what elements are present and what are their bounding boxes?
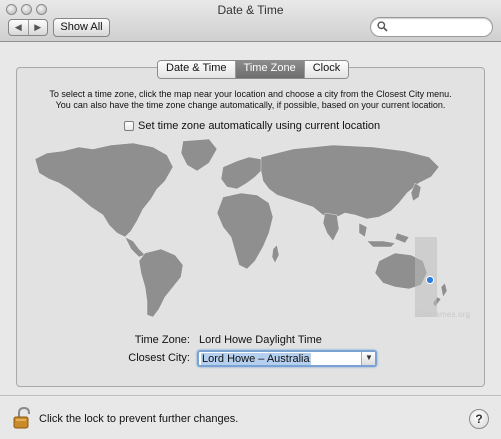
closest-city-dropdown-button[interactable]: ▼ bbox=[361, 352, 375, 365]
time-zone-row: Time Zone: Lord Howe Daylight Time bbox=[0, 334, 501, 348]
search-field[interactable] bbox=[370, 17, 493, 37]
unlocked-padlock-icon[interactable] bbox=[13, 407, 33, 429]
instructions-line-1: To select a time zone, click the map nea… bbox=[49, 89, 452, 99]
back-button[interactable]: ◀ bbox=[9, 20, 29, 35]
window-title: Date & Time bbox=[217, 3, 284, 17]
world-map[interactable] bbox=[33, 137, 469, 324]
tab-clock[interactable]: Clock bbox=[304, 61, 349, 78]
auto-timezone-row[interactable]: Set time zone automatically using curren… bbox=[124, 119, 380, 133]
selected-zone-highlight bbox=[415, 237, 437, 317]
back-forward-control: ◀ ▶ bbox=[8, 19, 48, 36]
footer-divider bbox=[0, 395, 501, 396]
search-input[interactable] bbox=[391, 20, 487, 34]
tab-bar: Date & Time Time Zone Clock bbox=[157, 60, 350, 79]
chevron-down-icon: ▼ bbox=[365, 353, 373, 362]
closest-city-label: Closest City: bbox=[128, 352, 190, 364]
auto-timezone-checkbox[interactable] bbox=[124, 121, 134, 131]
lock-label: Click the lock to prevent further change… bbox=[39, 413, 239, 425]
world-map-graphic bbox=[34, 138, 448, 318]
auto-timezone-label[interactable]: Set time zone automatically using curren… bbox=[138, 120, 380, 132]
toolbar: Date & Time ◀ ▶ Show All bbox=[0, 0, 501, 42]
tab-time-zone[interactable]: Time Zone bbox=[235, 61, 305, 78]
location-pin-icon[interactable] bbox=[425, 275, 435, 285]
tab-date-time[interactable]: Date & Time bbox=[158, 61, 236, 78]
instructions-line-2: You can also have the time zone change a… bbox=[55, 100, 446, 110]
time-zone-label: Time Zone: bbox=[134, 334, 190, 346]
time-zone-value: Lord Howe Daylight Time bbox=[199, 334, 322, 346]
help-button[interactable]: ? bbox=[469, 409, 489, 429]
forward-button[interactable]: ▶ bbox=[29, 20, 48, 35]
show-all-button[interactable]: Show All bbox=[53, 18, 110, 37]
instructions-text: To select a time zone, click the map nea… bbox=[20, 89, 481, 111]
closest-city-value[interactable]: Lord Howe – Australia bbox=[201, 353, 311, 365]
closest-city-combobox[interactable]: Lord Howe – Australia ▼ bbox=[197, 350, 377, 367]
map-credit: Geonames.org bbox=[415, 310, 471, 319]
magnifier-icon bbox=[377, 21, 388, 32]
closest-city-row: Closest City: Lord Howe – Australia ▼ bbox=[0, 350, 501, 368]
